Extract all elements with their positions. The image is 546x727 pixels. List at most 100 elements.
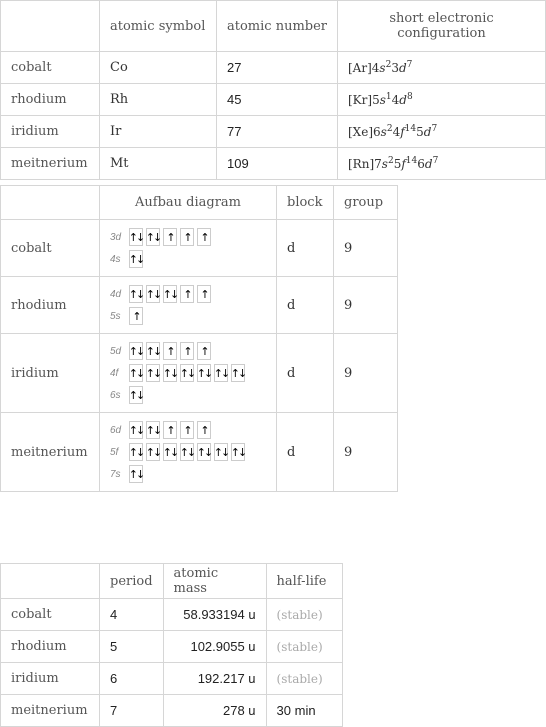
config-core: [Xe] — [348, 125, 374, 139]
config-count: 8 — [406, 92, 413, 102]
period: 7 — [99, 694, 164, 727]
orbital-box-icon: ↑↓ — [231, 364, 247, 382]
orbital-box-icon: ↑ — [163, 421, 177, 439]
header-row: atomic symbol atomic number short electr… — [0, 0, 546, 52]
orbital-box-icon: ↑↓ — [129, 443, 145, 461]
orbital-label: 4s — [110, 253, 121, 265]
atomic-mass: 58.933194 u — [162, 598, 267, 631]
orbital-box-icon: ↑ — [129, 307, 143, 325]
table-row: rhodium Rh 45 [Kr]5s14d8 — [0, 83, 546, 116]
period: 6 — [99, 662, 164, 695]
table-row: cobalt 4 58.933194 u (stable) — [0, 598, 344, 631]
header-config: short electronic configuration — [337, 0, 546, 52]
aufbau-diagram: 3d ↑↓ ↑↓ ↑ ↑ ↑ 4s ↑↓ — [99, 219, 277, 277]
group: 9 — [333, 219, 398, 277]
table-row: rhodium 4d ↑↓ ↑↓ ↑↓ ↑ ↑ 5s ↑ d 9 — [0, 276, 398, 334]
header-period: period — [99, 563, 164, 599]
half-life: 30 min — [265, 694, 344, 727]
config-count: 7 — [406, 60, 413, 70]
aufbau-table: Aufbau diagram block group cobalt 3d ↑↓ ↑↓ ↑… — [0, 185, 398, 492]
orbital-box-icon: ↑↓ — [197, 443, 213, 461]
header-half-life: half-life — [265, 563, 344, 599]
orbital-box-icon: ↑↓ — [146, 364, 162, 382]
period: 5 — [99, 630, 164, 663]
header-atomic-symbol: atomic symbol — [99, 0, 217, 52]
header-atomic-mass: atomic mass — [162, 563, 267, 599]
orbital-box-icon: ↑ — [180, 421, 194, 439]
block: d — [276, 276, 334, 334]
group: 9 — [333, 276, 398, 334]
orbital-box-icon: ↑↓ — [146, 421, 162, 439]
orbital-row: 5f ↑↓ ↑↓ ↑↓ ↑↓ ↑↓ ↑↓ ↑↓ — [110, 441, 266, 463]
block: d — [276, 333, 334, 413]
header-row: Aufbau diagram block group — [0, 185, 398, 220]
config-subshell: d — [424, 157, 433, 171]
header-row: period atomic mass half-life — [0, 563, 344, 599]
config-subshell: d — [398, 61, 407, 75]
orbital-label: 4d — [110, 288, 122, 300]
mass-table: period atomic mass half-life cobalt 4 58.9… — [0, 563, 344, 727]
table-row: iridium Ir 77 [Xe]6s24f145d7 — [0, 115, 546, 148]
orbital-box-icon: ↑ — [197, 285, 211, 303]
table-row: iridium 5d ↑↓ ↑↓ ↑ ↑ ↑ 4f ↑↓ ↑↓ ↑↓ ↑↓ ↑↓ ↑↓ ↑↓ 6s ↑↓ d 9 — [0, 333, 398, 413]
orbital-label: 6d — [110, 424, 122, 436]
header-blank — [0, 185, 100, 220]
header-blank — [0, 0, 100, 52]
orbital-box-icon: ↑ — [197, 342, 211, 360]
header-atomic-number: atomic number — [216, 0, 338, 52]
atomic-mass: 278 u — [162, 694, 267, 727]
atomic-symbol: Co — [99, 51, 217, 84]
orbital-box-icon: ↑↓ — [214, 443, 230, 461]
config-subshell: d — [399, 93, 407, 107]
table-row: cobalt 3d ↑↓ ↑↓ ↑ ↑ ↑ 4s ↑↓ d 9 — [0, 219, 398, 277]
orbital-row: 3d ↑↓ ↑↓ ↑ ↑ ↑ — [110, 226, 266, 248]
atomic-number: 77 — [216, 115, 338, 148]
orbital-label: 3d — [110, 231, 122, 243]
orbital-box-icon: ↑ — [163, 342, 177, 360]
orbital-box-icon: ↑↓ — [129, 285, 145, 303]
table-row: iridium 6 192.217 u (stable) — [0, 662, 344, 695]
orbital-box-icon: ↑↓ — [129, 342, 145, 360]
atomic-mass: 192.217 u — [162, 662, 267, 695]
orbital-label: 6s — [110, 389, 121, 401]
table-row: meitnerium 7 278 u 30 min — [0, 694, 344, 727]
config-core: [Ar] — [348, 61, 372, 75]
atomic-symbol: Mt — [99, 147, 217, 180]
orbital-box-icon: ↑↓ — [146, 342, 162, 360]
atomic-number: 109 — [216, 147, 338, 180]
element-name: rhodium — [0, 276, 100, 334]
orbital-label: 5s — [110, 310, 121, 322]
header-group: group — [333, 185, 398, 220]
atomic-symbol: Ir — [99, 115, 217, 148]
orbital-box-icon: ↑↓ — [146, 443, 162, 461]
aufbau-diagram: 4d ↑↓ ↑↓ ↑↓ ↑ ↑ 5s ↑ — [99, 276, 277, 334]
electron-configuration: [Xe]6s24f145d7 — [337, 115, 546, 148]
element-name: rhodium — [0, 630, 100, 663]
orbital-row: 4d ↑↓ ↑↓ ↑↓ ↑ ↑ — [110, 283, 266, 305]
electron-configuration: [Ar]4s23d7 — [337, 51, 546, 84]
config-core: [Rn] — [348, 157, 375, 171]
config-count: 14 — [405, 156, 418, 166]
orbital-box-icon: ↑↓ — [129, 250, 145, 268]
atomic-number: 45 — [216, 83, 338, 116]
period: 4 — [99, 598, 164, 631]
group: 9 — [333, 412, 398, 492]
header-block: block — [276, 185, 334, 220]
orbital-box-icon: ↑ — [180, 342, 194, 360]
orbital-box-icon: ↑↓ — [129, 421, 145, 439]
orbital-box-icon: ↑↓ — [163, 364, 179, 382]
element-name: meitnerium — [0, 147, 100, 180]
half-life: (stable) — [265, 662, 344, 695]
element-name: cobalt — [0, 219, 100, 277]
orbital-box-icon: ↑ — [180, 285, 194, 303]
aufbau-diagram: 5d ↑↓ ↑↓ ↑ ↑ ↑ 4f ↑↓ ↑↓ ↑↓ ↑↓ ↑↓ ↑↓ ↑↓ 6s ↑↓ — [99, 333, 277, 413]
element-name: meitnerium — [0, 694, 100, 727]
orbital-box-icon: ↑↓ — [180, 364, 196, 382]
element-name: iridium — [0, 662, 100, 695]
orbital-row: 4s ↑↓ — [110, 248, 266, 270]
element-name: cobalt — [0, 51, 100, 84]
config-shell: 5 — [416, 125, 424, 139]
config-count: 7 — [431, 124, 438, 134]
orbital-row: 4f ↑↓ ↑↓ ↑↓ ↑↓ ↑↓ ↑↓ ↑↓ — [110, 362, 266, 384]
orbital-label: 5d — [110, 345, 122, 357]
